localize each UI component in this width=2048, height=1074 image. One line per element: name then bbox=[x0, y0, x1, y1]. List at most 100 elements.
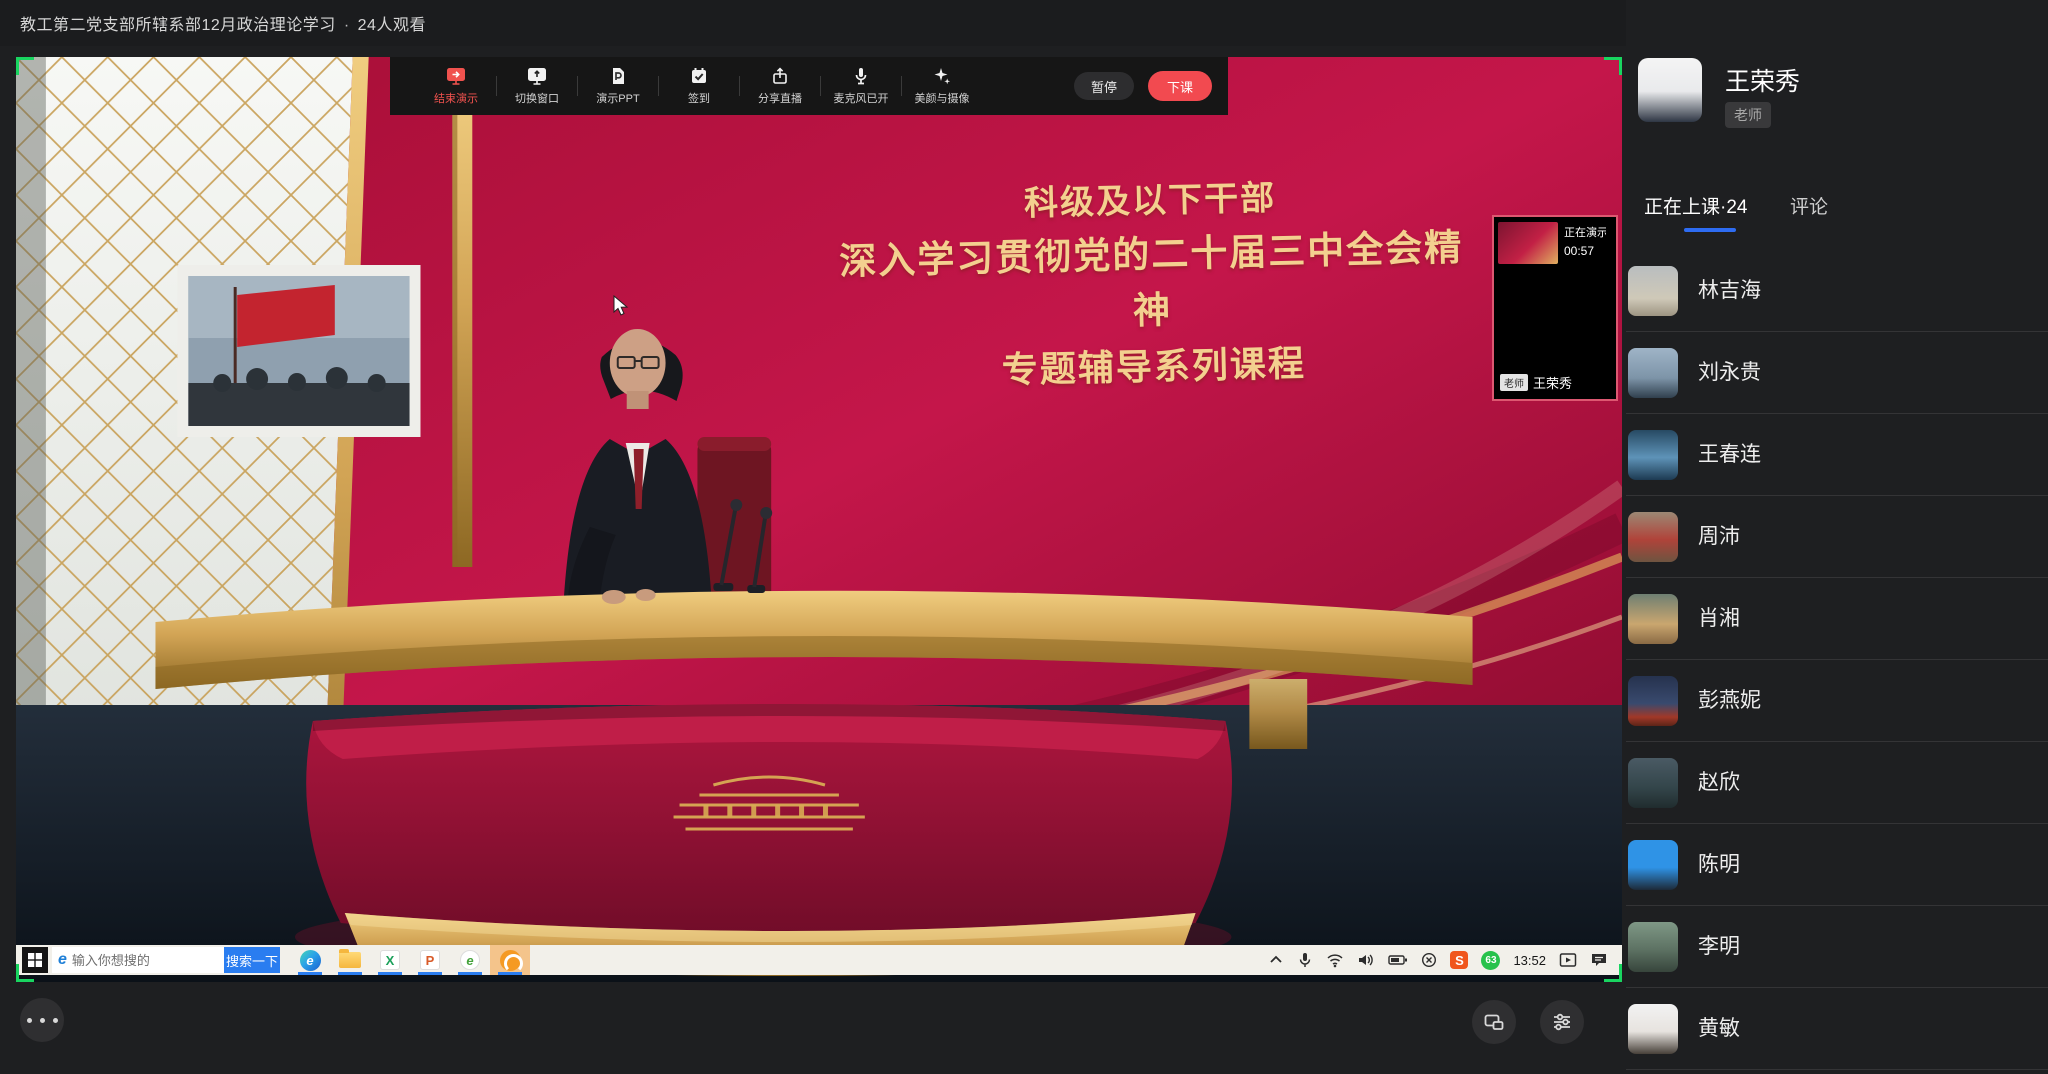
participant-name: 李明 bbox=[1698, 906, 1740, 988]
dot bbox=[27, 1018, 32, 1023]
viewer-count: 24人观看 bbox=[358, 17, 426, 34]
toolbar-actions: 暂停 下课 bbox=[1074, 71, 1212, 101]
participant-avatar bbox=[1628, 266, 1678, 316]
participant-name: 林吉海 bbox=[1698, 250, 1761, 332]
pip-name-row: 老师 王荣秀 bbox=[1500, 373, 1572, 392]
studio-video-frame bbox=[16, 57, 1622, 982]
toolbar-item-present-ppt[interactable]: 演示PPT bbox=[578, 66, 658, 106]
participant-name: 黄敏 bbox=[1698, 988, 1740, 1070]
teacher-avatar bbox=[1638, 58, 1702, 122]
file-explorer-icon bbox=[339, 952, 361, 968]
participant-row[interactable]: 彭燕妮 bbox=[1626, 660, 2048, 742]
participant-avatar bbox=[1628, 348, 1678, 398]
taskbar-app-active bbox=[490, 945, 530, 975]
video-stage: 科级及以下干部 深入学习贯彻党的二十届三中全会精神 专题辅导系列课程 结束演示 … bbox=[16, 57, 1622, 982]
check-in-icon bbox=[689, 66, 709, 86]
capture-corner-bottom-left bbox=[16, 964, 34, 982]
capture-corner-top-left bbox=[16, 57, 34, 75]
participant-name: 陈明 bbox=[1698, 824, 1740, 906]
guard-360-icon: 63 bbox=[1481, 951, 1500, 970]
taskbar-app-ppt: P bbox=[410, 945, 450, 975]
tab-attendees[interactable]: 正在上课·24 bbox=[1644, 192, 1747, 219]
sidebar-tabs: 正在上课·24 评论 bbox=[1626, 192, 2048, 236]
taskbar-app-spreadsheet: X bbox=[370, 945, 410, 975]
screen-layout-button[interactable] bbox=[1472, 1000, 1516, 1044]
pip-teacher-name: 王荣秀 bbox=[1533, 373, 1572, 392]
desktop-search-input bbox=[72, 953, 202, 968]
presenter-toolbar: 结束演示 切换窗口 演示PPT 签到 分享直播 麦克风已开 美颜 bbox=[390, 57, 1228, 115]
participant-row[interactable]: 王春连 bbox=[1626, 414, 2048, 496]
desktop-search-button: 搜索一下 bbox=[224, 947, 280, 973]
participant-avatar bbox=[1628, 922, 1678, 972]
pip-video-thumbnail bbox=[1498, 222, 1558, 264]
teacher-role-badge: 老师 bbox=[1725, 102, 1771, 128]
mouse-cursor bbox=[612, 295, 630, 317]
teacher-role-badge: 老师 bbox=[1500, 374, 1528, 391]
toolbar-label: 切换窗口 bbox=[515, 90, 559, 106]
tray-video-icon bbox=[1559, 952, 1577, 968]
toolbar-label: 演示PPT bbox=[596, 90, 639, 106]
participant-row[interactable]: 赵欣 bbox=[1626, 742, 2048, 824]
system-tray: S 63 13:52 bbox=[1268, 951, 1608, 970]
capture-corner-top-right bbox=[1604, 57, 1622, 75]
powerpoint-icon: P bbox=[420, 950, 440, 970]
teacher-name: 王荣秀 bbox=[1725, 62, 1800, 98]
pause-button[interactable]: 暂停 bbox=[1074, 72, 1134, 100]
taskbar-clock: 13:52 bbox=[1513, 953, 1546, 968]
orange-browser-icon bbox=[500, 950, 521, 971]
pip-layout-icon bbox=[1483, 1011, 1505, 1033]
participant-avatar bbox=[1628, 512, 1678, 562]
toolbar-item-microphone[interactable]: 麦克风已开 bbox=[821, 66, 901, 106]
more-options-button[interactable] bbox=[20, 998, 64, 1042]
remote-desktop-taskbar: e 搜索一下 e X P e S 63 13:52 bbox=[16, 945, 1622, 975]
spreadsheet-icon: X bbox=[380, 950, 400, 970]
participant-row[interactable]: 周沛 bbox=[1626, 496, 2048, 578]
member-list-button[interactable] bbox=[1540, 1000, 1584, 1044]
desktop-search-box: e bbox=[52, 947, 224, 973]
pip-status: 正在演示 bbox=[1564, 224, 1606, 240]
tab-attendees-label: 正在上课·24 bbox=[1644, 197, 1747, 218]
participant-row[interactable]: 刘永贵 bbox=[1626, 332, 2048, 414]
participant-avatar bbox=[1628, 758, 1678, 808]
participant-row[interactable]: 李明 bbox=[1626, 906, 2048, 988]
ppt-file-icon bbox=[608, 66, 628, 86]
toolbar-item-check-in[interactable]: 签到 bbox=[659, 66, 739, 106]
tray-expand-icon bbox=[1268, 952, 1284, 968]
participant-row[interactable]: 陈明 bbox=[1626, 824, 2048, 906]
toolbar-item-beauty-camera[interactable]: 美颜与摄像 bbox=[902, 66, 982, 106]
pip-header: 正在演示 00:57 bbox=[1494, 217, 1616, 269]
share-live-icon bbox=[770, 66, 790, 86]
toolbar-item-end-presentation[interactable]: 结束演示 bbox=[416, 66, 496, 106]
end-class-button[interactable]: 下课 bbox=[1148, 71, 1212, 101]
participant-avatar bbox=[1628, 594, 1678, 644]
tray-battery-icon bbox=[1388, 953, 1408, 967]
toolbar-label: 麦克风已开 bbox=[834, 90, 889, 106]
participant-row[interactable]: 林吉海 bbox=[1626, 250, 2048, 332]
pip-meta: 正在演示 00:57 bbox=[1564, 222, 1606, 264]
toolbar-item-switch-window[interactable]: 切换窗口 bbox=[497, 66, 577, 106]
pip-panel[interactable]: 正在演示 00:57 老师 王荣秀 bbox=[1492, 215, 1618, 401]
switch-window-icon bbox=[527, 66, 547, 86]
toolbar-label: 结束演示 bbox=[434, 90, 478, 106]
participant-name: 王春连 bbox=[1698, 414, 1761, 496]
taskbar-apps: e X P e bbox=[290, 945, 530, 975]
window-title: 教工第二党支部所辖系部12月政治理论学习 · 24人观看 bbox=[20, 11, 426, 35]
title-separator: · bbox=[344, 17, 350, 34]
tray-wifi-icon bbox=[1326, 952, 1344, 968]
participant-name: 肖湘 bbox=[1698, 578, 1740, 660]
participant-row[interactable]: 肖湘 bbox=[1626, 578, 2048, 660]
tray-disconnect-icon bbox=[1421, 952, 1437, 968]
participant-avatar bbox=[1628, 1004, 1678, 1054]
pip-elapsed-time: 00:57 bbox=[1564, 244, 1606, 258]
tab-comments[interactable]: 评论 bbox=[1790, 192, 1828, 219]
class-title: 教工第二党支部所辖系部12月政治理论学习 bbox=[20, 17, 336, 34]
participant-row[interactable]: 黄敏 bbox=[1626, 988, 2048, 1070]
sogou-input-icon: S bbox=[1450, 951, 1468, 969]
participant-avatar bbox=[1628, 676, 1678, 726]
toolbar-label: 签到 bbox=[688, 90, 710, 106]
toolbar-label: 分享直播 bbox=[758, 90, 802, 106]
toolbar-item-share-live[interactable]: 分享直播 bbox=[740, 66, 820, 106]
participant-list: 林吉海 刘永贵 王春连 周沛 肖湘 彭燕妮 赵欣 陈明 bbox=[1626, 250, 2048, 1070]
taskbar-app-edge: e bbox=[290, 945, 330, 975]
participant-name: 刘永贵 bbox=[1698, 332, 1761, 414]
